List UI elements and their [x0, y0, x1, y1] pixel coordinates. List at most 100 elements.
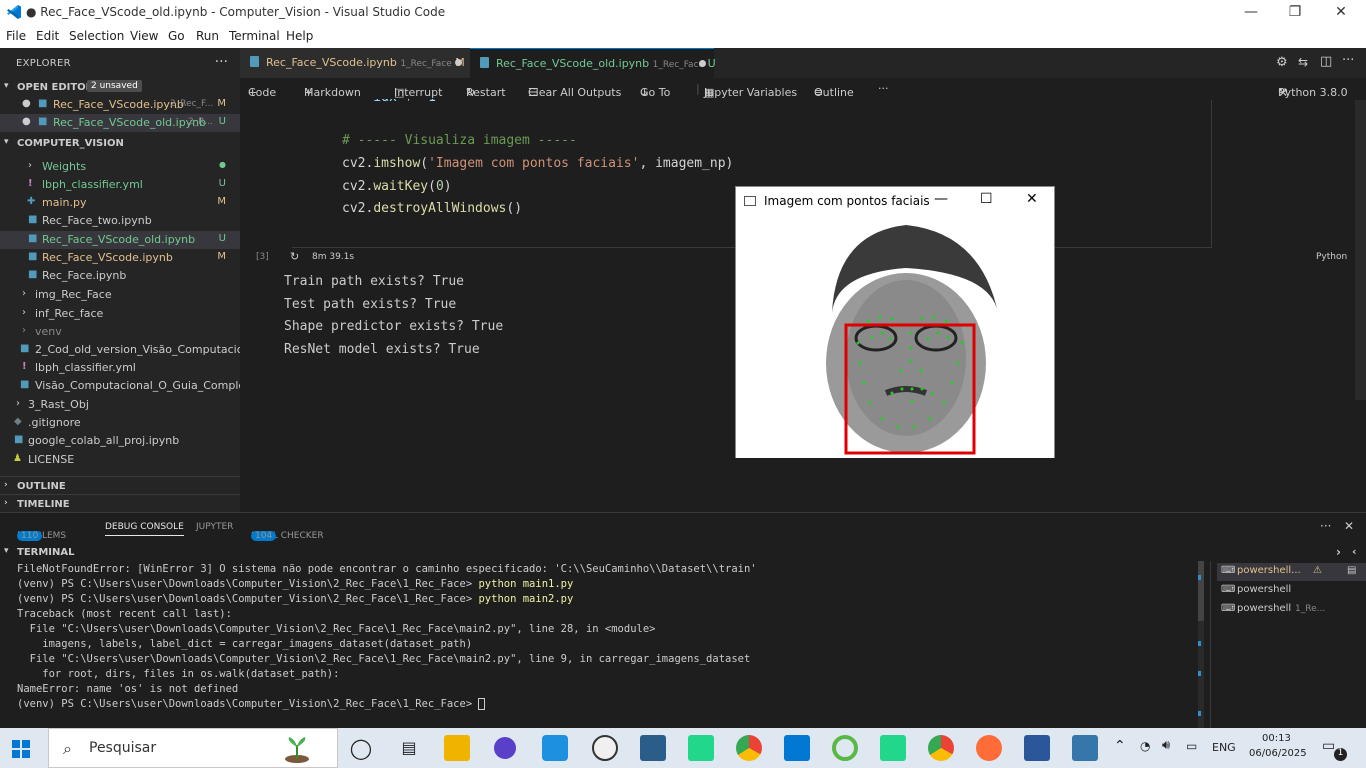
more-actions-icon[interactable]: ··· [215, 54, 228, 70]
docker-icon[interactable] [542, 735, 568, 761]
menu-terminal[interactable]: Terminal [229, 29, 280, 43]
terminal-header[interactable]: ▾ TERMINAL › ‹ [0, 543, 1366, 561]
terminal-line: for root, dirs, files in os.walk(dataset… [17, 668, 340, 680]
more-actions-icon[interactable]: ··· [1320, 519, 1331, 533]
menu-help[interactable]: Help [286, 29, 313, 43]
python-icon[interactable] [1072, 735, 1098, 761]
open-changes-icon[interactable]: ⇆ [1298, 55, 1308, 69]
menu-view[interactable]: View [130, 29, 158, 43]
unsaved-dot-icon[interactable] [455, 59, 462, 66]
tree-file[interactable]: ! lbph_classifier.yml [0, 359, 240, 377]
menu-selection[interactable]: Selection [69, 29, 124, 43]
close-button[interactable]: ✕ [1318, 2, 1364, 24]
terminal-instance[interactable]: ⌨ powershell 1_Re... [1217, 601, 1366, 619]
kernel-label: Python 3.8.0 [1278, 86, 1348, 99]
github-desktop-icon[interactable] [592, 735, 618, 761]
chevron-right-icon: › [16, 398, 20, 409]
language-indicator[interactable]: ENG [1212, 741, 1236, 754]
terminal-line: (venv) PS C:\Users\user\Downloads\Comput… [17, 578, 757, 593]
terminal-output[interactable]: FileNotFoundError: [WinError 3] O sistem… [17, 563, 757, 713]
close-button[interactable]: ✕ [1026, 191, 1038, 207]
restore-button[interactable]: ❐ [1272, 2, 1318, 24]
editor-scrollbar[interactable] [1355, 100, 1366, 400]
terminal-instance[interactable]: ⌨ powershell... ⚠ [1217, 563, 1366, 581]
unsaved-dot-icon[interactable]: ● [22, 98, 31, 109]
tree-file[interactable]: ■ Rec_Face_VScode.ipynb M [0, 249, 240, 267]
terminal-line: FileNotFoundError: [WinError 3] O sistem… [17, 563, 757, 575]
notification-icon[interactable]: ▭ [1322, 738, 1335, 754]
tree-file[interactable]: ◆ .gitignore [0, 414, 240, 432]
cell-language[interactable]: Python [1316, 252, 1347, 262]
outline-section[interactable]: › OUTLINE [0, 476, 240, 496]
clock-date[interactable]: 06/06/2025 [1249, 748, 1307, 759]
mysql-workbench-icon[interactable] [640, 735, 666, 761]
maximize-button[interactable]: ☐ [980, 191, 993, 207]
trash-icon[interactable]: ▤ [1347, 565, 1356, 576]
tree-file-selected[interactable]: ■ Rec_Face_VScode_old.ipynb U [0, 231, 240, 249]
menu-go[interactable]: Go [168, 29, 185, 43]
windows-start-icon[interactable] [12, 740, 30, 758]
tree-item-label: Weights [42, 160, 87, 173]
file-explorer-icon[interactable] [444, 735, 470, 761]
project-section[interactable]: ▾ COMPUTER_VISION [0, 134, 240, 154]
tree-folder[interactable]: › img_Rec_Face [0, 286, 240, 304]
python-file-icon: ✚ [27, 196, 36, 207]
postman-icon[interactable] [976, 735, 1002, 761]
tree-folder[interactable]: › Weights ● [0, 158, 240, 176]
menu-file[interactable]: File [6, 29, 26, 43]
unsaved-dot-icon[interactable]: ● [22, 116, 31, 127]
tree-item-label: lbph_classifier.yml [42, 178, 143, 191]
tree-file[interactable]: ✚ main.py M [0, 194, 240, 212]
pycharm-icon[interactable] [688, 735, 714, 761]
vscode-taskbar-icon[interactable] [784, 735, 810, 761]
chevron-up-icon[interactable]: ⌃ [1114, 738, 1126, 754]
chrome-profile-icon[interactable] [928, 735, 954, 761]
app-circle-icon[interactable] [832, 735, 858, 761]
close-panel-icon[interactable]: ✕ [1344, 519, 1354, 533]
taskbar-search[interactable]: ⌕ Pesquisar [48, 728, 338, 768]
code-label: Code [248, 86, 277, 99]
more-toolbar-button[interactable]: ··· [878, 82, 889, 95]
tree-file[interactable]: ■ Rec_Face_two.ipynb [0, 212, 240, 230]
terminal-instance[interactable]: ⌨ powershell [1217, 582, 1366, 600]
chevron-right-icon[interactable]: › [1336, 545, 1341, 559]
task-view-icon[interactable]: ◯ [348, 735, 374, 761]
open-editor-item[interactable]: ● ■ Rec_Face_VScode.ipynb 2_Rec_F... M [0, 96, 240, 114]
more-actions-icon[interactable]: ··· [1342, 53, 1354, 68]
menu-edit[interactable]: Edit [36, 29, 59, 43]
unsaved-dot-icon[interactable] [699, 60, 706, 67]
tree-folder[interactable]: › venv [0, 323, 240, 341]
terminal-scrollbar[interactable] [1198, 561, 1204, 729]
tree-folder[interactable]: › 3_Rast_Obj [0, 396, 240, 414]
chrome-icon[interactable] [736, 735, 762, 761]
tab-jupyter[interactable]: JUPYTER [196, 522, 233, 532]
minimize-button[interactable]: — [934, 191, 948, 207]
open-editors-section[interactable]: ▾ OPEN EDITORS 2 unsaved [0, 78, 240, 98]
tree-file[interactable]: ♟ LICENSE [0, 451, 240, 469]
tab-rec-face-vscode-old[interactable]: Rec_Face_VScode_old.ipynb 1_Rec_Face U [470, 48, 716, 78]
tree-file[interactable]: ! lbph_classifier.yml U [0, 176, 240, 194]
menu-run[interactable]: Run [196, 29, 219, 43]
clock-time[interactable]: 00:13 [1262, 733, 1291, 744]
tree-file[interactable]: ■ 2_Cod_old_version_Visão_Computacional.… [0, 341, 240, 359]
app-icon[interactable] [494, 737, 516, 759]
open-editor-item[interactable]: ● ■ Rec_Face_VScode_old.ipynb 2_R... U [0, 114, 240, 132]
settings-gear-icon[interactable]: ⚙ [1276, 55, 1288, 70]
minimize-button[interactable]: — [1228, 2, 1274, 24]
timeline-section[interactable]: › TIMELINE [0, 494, 240, 514]
tab-rec-face-vscode[interactable]: Rec_Face_VScode.ipynb 1_Rec_Face M [240, 48, 470, 78]
volume-icon[interactable]: 🔊︎ [1162, 738, 1170, 753]
tree-file[interactable]: ■ google_colab_all_proj.ipynb [0, 432, 240, 450]
tree-folder[interactable]: › inf_Rec_face [0, 305, 240, 323]
widgets-icon[interactable]: ▤ [396, 735, 422, 761]
tab-debug-console[interactable]: DEBUG CONSOLE [105, 522, 184, 536]
maximize-panel-icon[interactable]: ‹ [1352, 545, 1357, 558]
word-icon[interactable] [1024, 735, 1050, 761]
battery-icon[interactable]: ▭ [1186, 739, 1197, 753]
split-editor-icon[interactable]: ◫ [1320, 54, 1332, 69]
tree-file[interactable]: ■ Rec_Face.ipynb [0, 267, 240, 285]
opencv-image-window[interactable]: Imagem com pontos faciais — ☐ ✕ [735, 186, 1055, 458]
tree-file[interactable]: ■ Visão_Computacional_O_Guia_Completo... [0, 377, 240, 395]
pycharm-icon[interactable] [880, 735, 906, 761]
wifi-icon[interactable]: ◔ [1140, 739, 1150, 753]
